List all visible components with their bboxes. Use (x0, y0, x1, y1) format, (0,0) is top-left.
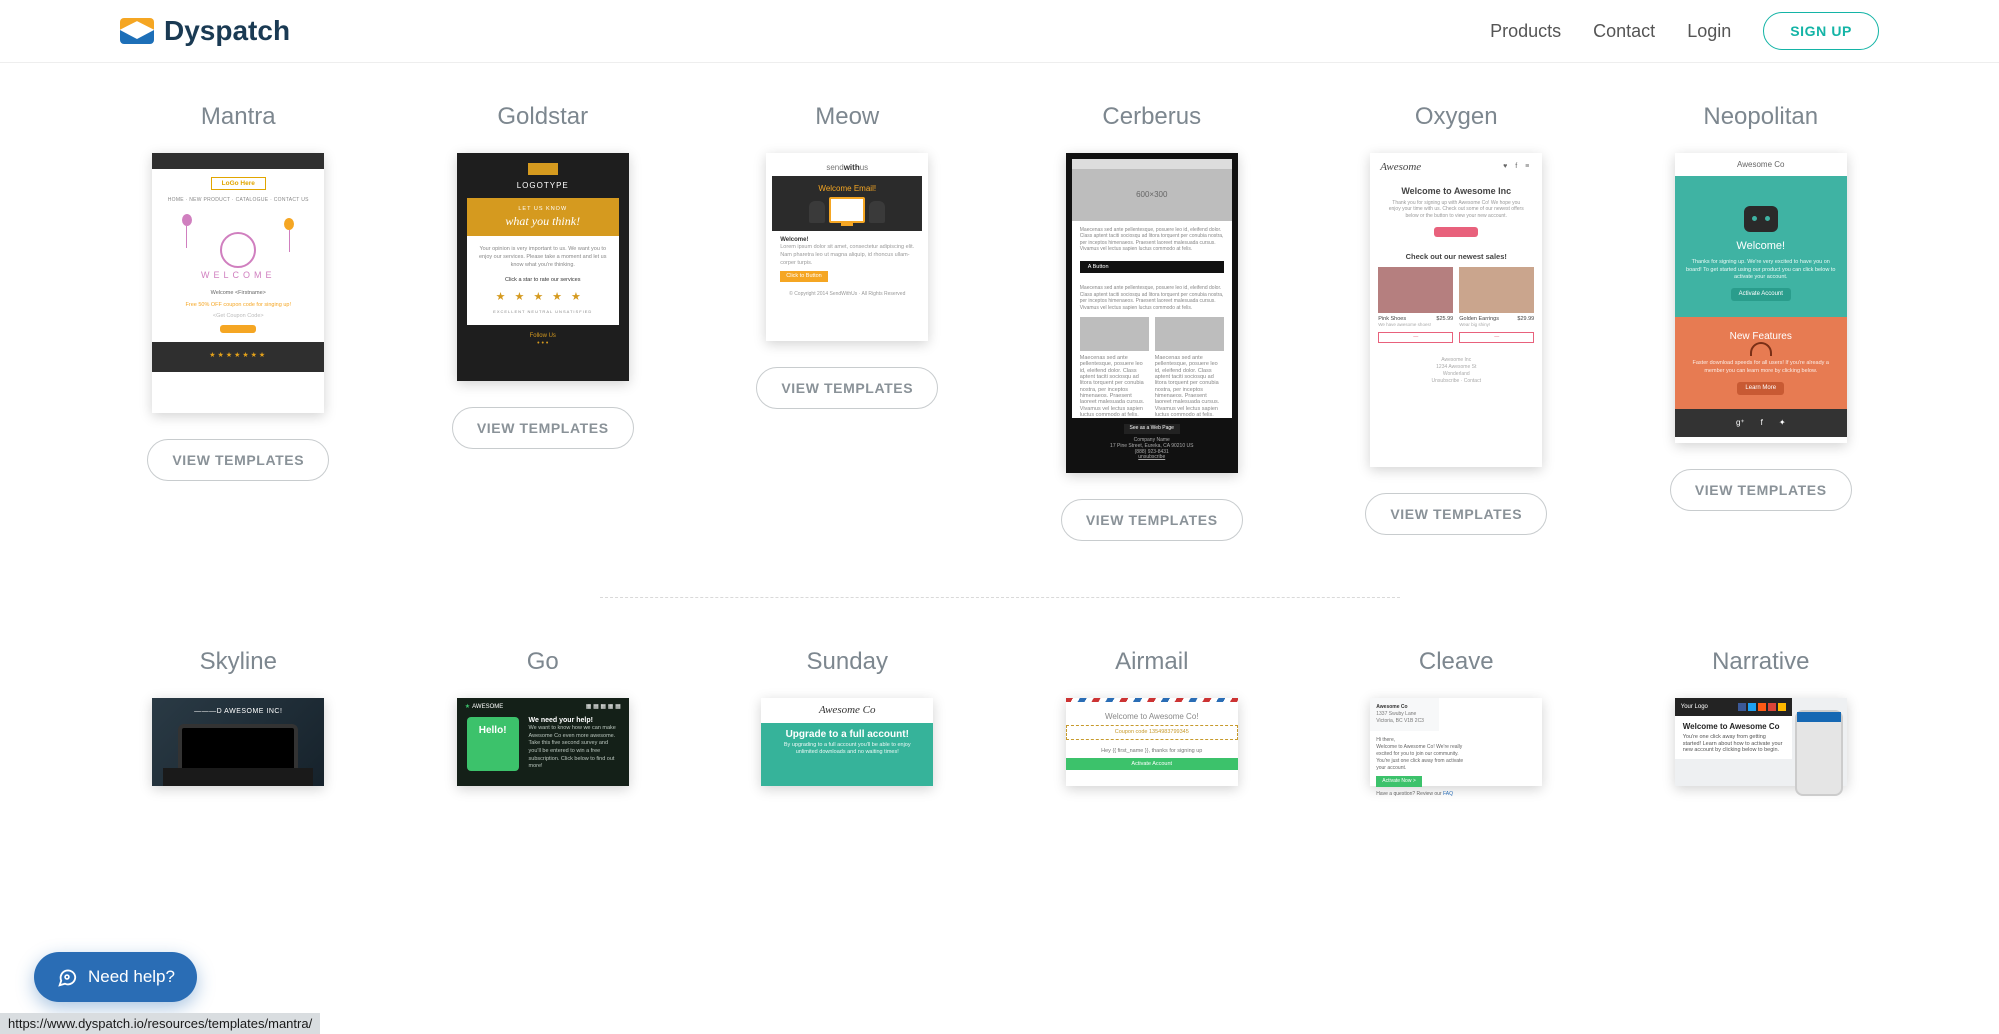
template-title: Goldstar (497, 103, 588, 131)
template-card-airmail: Airmail Welcome to Awesome Co! Coupon co… (1024, 648, 1281, 786)
logo-icon (120, 18, 154, 44)
template-card-cerberus: Cerberus 600×300 Maecenas sed ante pelle… (1024, 103, 1281, 541)
template-card-mantra: Mantra LoGo Here HOME · NEW PRODUCT · CA… (110, 103, 367, 541)
social-icons: ♥ f ≡ (1503, 163, 1532, 171)
template-card-narrative: Narrative Your Logo Welcome to Awesome C… (1633, 648, 1890, 786)
nav-login[interactable]: Login (1687, 21, 1731, 42)
template-title: Meow (815, 103, 879, 131)
template-thumb-mantra[interactable]: LoGo Here HOME · NEW PRODUCT · CATALOGUE… (152, 153, 324, 413)
signup-button[interactable]: SIGN UP (1763, 12, 1879, 50)
template-title: Skyline (200, 648, 277, 676)
template-title: Cleave (1419, 648, 1494, 676)
templates-gallery: Mantra LoGo Here HOME · NEW PRODUCT · CA… (0, 63, 1999, 806)
template-thumb-skyline[interactable]: ———D AWESOME INC! (152, 698, 324, 786)
template-title: Sunday (807, 648, 888, 676)
primary-nav: Products Contact Login SIGN UP (1490, 12, 1879, 50)
section-divider (600, 597, 1400, 598)
template-card-goldstar: Goldstar LOGOTYPE LET US KNOW what you t… (415, 103, 672, 541)
site-header: Dyspatch Products Contact Login SIGN UP (0, 0, 1999, 63)
template-thumb-neopolitan[interactable]: Awesome Co Welcome! Thanks for signing u… (1675, 153, 1847, 443)
template-thumb-cleave[interactable]: Awesome Co 1337 Swuby Lane Victoria, BC … (1370, 698, 1542, 786)
template-thumb-goldstar[interactable]: LOGOTYPE LET US KNOW what you think! You… (457, 153, 629, 381)
template-thumb-go[interactable]: ★AWESOME ▦ ▦ ▦ ▦ ▦ Hello! We need your h… (457, 698, 629, 786)
template-title: Mantra (201, 103, 276, 131)
template-card-sunday: Sunday Awesome Co Upgrade to a full acco… (719, 648, 976, 786)
nav-contact[interactable]: Contact (1593, 21, 1655, 42)
template-title: Airmail (1115, 648, 1188, 676)
template-thumb-meow[interactable]: sendwithus Welcome Email! Welcome! Lorem… (766, 153, 928, 341)
help-label: Need help? (88, 967, 175, 987)
template-card-go: Go ★AWESOME ▦ ▦ ▦ ▦ ▦ Hello! We need you… (415, 648, 672, 786)
template-thumb-narrative[interactable]: Your Logo Welcome to Awesome Co You're o… (1675, 698, 1847, 786)
brand-logo[interactable]: Dyspatch (120, 15, 290, 47)
view-templates-button[interactable]: VIEW TEMPLATES (756, 367, 938, 409)
templates-row-1: Mantra LoGo Here HOME · NEW PRODUCT · CA… (110, 103, 1889, 541)
template-card-meow: Meow sendwithus Welcome Email! Welcome! … (719, 103, 976, 541)
view-templates-button[interactable]: VIEW TEMPLATES (452, 407, 634, 449)
view-templates-button[interactable]: VIEW TEMPLATES (147, 439, 329, 481)
chat-icon (56, 966, 78, 988)
view-templates-button[interactable]: VIEW TEMPLATES (1365, 493, 1547, 535)
template-card-oxygen: Oxygen Awesome ♥ f ≡ Welcome to Awesome … (1328, 103, 1585, 541)
template-card-neopolitan: Neopolitan Awesome Co Welcome! Thanks fo… (1633, 103, 1890, 541)
template-title: Go (527, 648, 559, 676)
template-thumb-cerberus[interactable]: 600×300 Maecenas sed ante pellentesque, … (1066, 153, 1238, 473)
template-thumb-oxygen[interactable]: Awesome ♥ f ≡ Welcome to Awesome Inc Tha… (1370, 153, 1542, 467)
template-thumb-airmail[interactable]: Welcome to Awesome Co! Coupon code 13549… (1066, 698, 1238, 786)
view-templates-button[interactable]: VIEW TEMPLATES (1061, 499, 1243, 541)
help-widget[interactable]: Need help? (34, 952, 197, 1002)
brand-name: Dyspatch (164, 15, 290, 47)
template-card-skyline: Skyline ———D AWESOME INC! (110, 648, 367, 786)
template-title: Neopolitan (1703, 103, 1818, 131)
template-title: Cerberus (1102, 103, 1201, 131)
view-templates-button[interactable]: VIEW TEMPLATES (1670, 469, 1852, 511)
template-thumb-sunday[interactable]: Awesome Co Upgrade to a full account! By… (761, 698, 933, 786)
template-title: Oxygen (1415, 103, 1498, 131)
template-card-cleave: Cleave Awesome Co 1337 Swuby Lane Victor… (1328, 648, 1585, 786)
browser-status-bar: https://www.dyspatch.io/resources/templa… (0, 1013, 320, 1034)
nav-products[interactable]: Products (1490, 21, 1561, 42)
templates-row-2: Skyline ———D AWESOME INC! Go ★AWESOME ▦ … (110, 648, 1889, 786)
template-title: Narrative (1712, 648, 1809, 676)
